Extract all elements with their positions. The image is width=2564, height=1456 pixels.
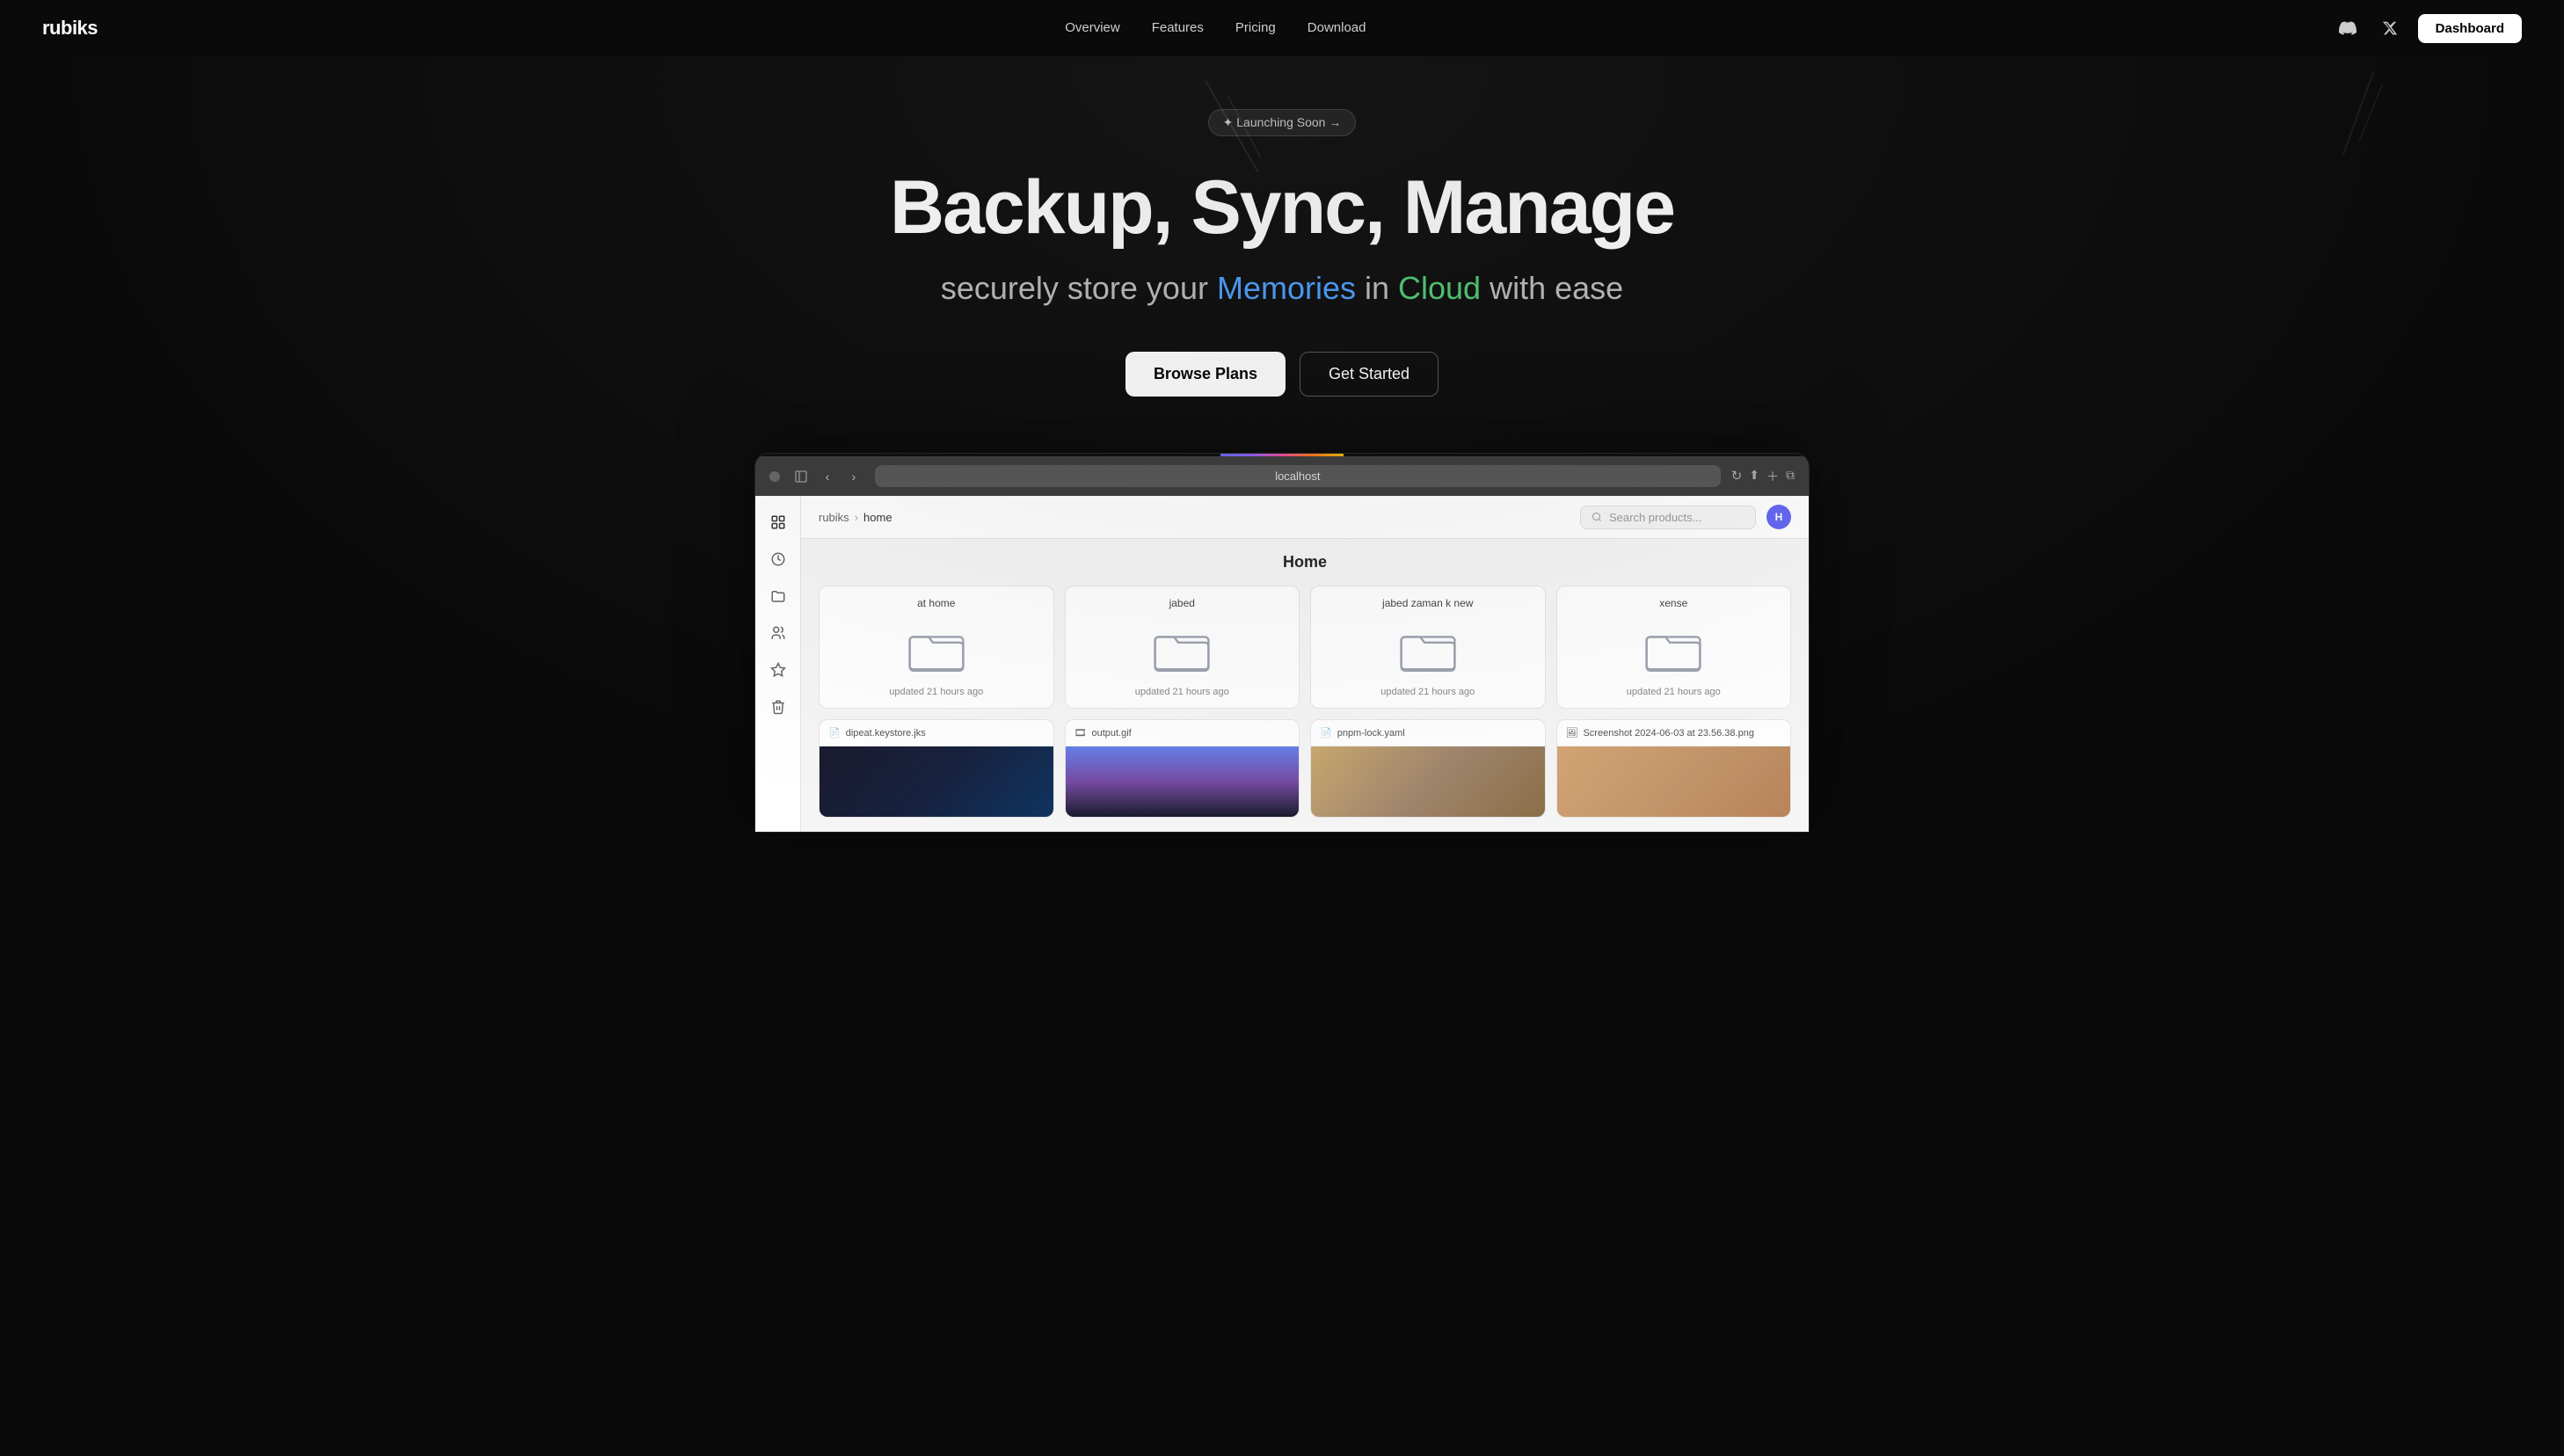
- app-main: rubiks › home Search products... H Hom: [801, 496, 1809, 832]
- file-name: pnpm-lock.yaml: [1337, 728, 1405, 739]
- folder-card[interactable]: jabed updated 21 hours ago: [1065, 586, 1300, 709]
- file-thumbnail: [1557, 746, 1791, 817]
- subtitle-prefix: securely store your: [941, 270, 1217, 306]
- logo[interactable]: rubiks: [42, 17, 98, 40]
- sidebar-icon-trash[interactable]: [762, 691, 794, 723]
- folder-name: jabed: [1076, 597, 1289, 609]
- sidebar-icon-users[interactable]: [762, 617, 794, 649]
- folder-name: xense: [1568, 597, 1781, 609]
- folder-icon: [1645, 621, 1701, 677]
- nav-overview[interactable]: Overview: [1065, 20, 1120, 35]
- nav-links: Overview Features Pricing Download: [1065, 20, 1366, 36]
- browser-controls: [769, 471, 780, 482]
- file-icon: 📄: [1320, 727, 1332, 739]
- nav-pricing[interactable]: Pricing: [1235, 20, 1276, 35]
- browser-actions: ↻ ⬆ ＋ ⧉: [1731, 468, 1795, 485]
- breadcrumb-current: home: [863, 511, 892, 524]
- dashboard-button[interactable]: Dashboard: [2418, 14, 2522, 43]
- nav-right: Dashboard: [2334, 14, 2522, 43]
- browser-mockup: ‹ › localhost ↻ ⬆ ＋ ⧉: [754, 453, 1810, 833]
- files-grid: 📄 dipeat.keystore.jks 🎞 output.gif 📄 pnp…: [819, 719, 1791, 818]
- file-icon: 🎞: [1074, 727, 1087, 739]
- file-manager: Home at home updated 21 hours ago jabed: [801, 539, 1809, 832]
- app-content: rubiks › home Search products... H Hom: [755, 496, 1809, 832]
- folder-icon: [1154, 621, 1210, 677]
- file-name: Screenshot 2024-06-03 at 23.56.38.png: [1583, 728, 1753, 739]
- browser-url-bar[interactable]: localhost: [875, 465, 1721, 487]
- sidebar-icon-home[interactable]: [762, 506, 794, 538]
- page-title: Home: [819, 553, 1791, 571]
- avatar[interactable]: H: [1766, 505, 1791, 529]
- file-card[interactable]: 📄 dipeat.keystore.jks: [819, 719, 1054, 818]
- file-header: 📄 dipeat.keystore.jks: [819, 720, 1053, 746]
- subtitle-middle: in: [1356, 270, 1398, 306]
- browser-chrome: ‹ › localhost ↻ ⬆ ＋ ⧉: [755, 456, 1809, 496]
- file-header: 🖼 Screenshot 2024-06-03 at 23.56.38.png: [1557, 720, 1791, 746]
- hero-section: ✦ Launching Soon → Backup, Sync, Manage …: [0, 56, 2564, 868]
- file-header: 📄 pnpm-lock.yaml: [1311, 720, 1545, 746]
- folder-icon: [1400, 621, 1456, 677]
- file-thumbnail: [1311, 746, 1545, 817]
- browser-dot-1: [769, 471, 780, 482]
- share-icon[interactable]: ⬆: [1749, 468, 1759, 485]
- folder-icon-wrap: [1568, 618, 1781, 680]
- browser-back-btn[interactable]: ‹: [817, 466, 838, 487]
- folder-updated: updated 21 hours ago: [1322, 687, 1534, 697]
- file-card[interactable]: 🎞 output.gif: [1065, 719, 1300, 818]
- folder-card[interactable]: at home updated 21 hours ago: [819, 586, 1054, 709]
- browse-plans-button[interactable]: Browse Plans: [1125, 352, 1286, 397]
- folder-updated: updated 21 hours ago: [1568, 687, 1781, 697]
- folder-name: jabed zaman k new: [1322, 597, 1534, 609]
- subtitle-suffix: with ease: [1481, 270, 1623, 306]
- file-icon: 📄: [828, 727, 841, 739]
- twitter-icon[interactable]: [2376, 14, 2404, 42]
- nav-download[interactable]: Download: [1307, 20, 1366, 35]
- sidebar-icon-clock[interactable]: [762, 543, 794, 575]
- nav-features[interactable]: Features: [1152, 20, 1204, 35]
- file-name: output.gif: [1091, 728, 1131, 739]
- hero-title: Backup, Sync, Manage: [18, 168, 2546, 247]
- file-card[interactable]: 🖼 Screenshot 2024-06-03 at 23.56.38.png: [1556, 719, 1792, 818]
- file-header: 🎞 output.gif: [1066, 720, 1300, 746]
- breadcrumb-root[interactable]: rubiks: [819, 511, 849, 524]
- file-thumbnail: [1066, 746, 1300, 817]
- file-thumbnail: [819, 746, 1053, 817]
- sidebar-icon-folder[interactable]: [762, 580, 794, 612]
- folder-updated: updated 21 hours ago: [1076, 687, 1289, 697]
- breadcrumb-separator: ›: [855, 511, 858, 524]
- browser-nav-buttons: ‹ ›: [790, 466, 864, 487]
- url-text: localhost: [1275, 470, 1320, 483]
- file-icon: 🖼: [1566, 727, 1578, 739]
- folder-icon-wrap: [830, 618, 1043, 680]
- get-started-button[interactable]: Get Started: [1300, 352, 1439, 397]
- window-icon[interactable]: ⧉: [1786, 468, 1795, 485]
- navbar: rubiks Overview Features Pricing Downloa…: [0, 0, 2564, 56]
- hero-subtitle: securely store your Memories in Cloud wi…: [18, 268, 2546, 309]
- app-sidebar: [755, 496, 801, 832]
- search-bar[interactable]: Search products...: [1580, 506, 1756, 529]
- breadcrumb: rubiks › home: [819, 511, 892, 524]
- subtitle-memories: Memories: [1217, 270, 1356, 306]
- folder-icon-wrap: [1076, 618, 1289, 680]
- folder-card[interactable]: jabed zaman k new updated 21 hours ago: [1310, 586, 1546, 709]
- folder-card[interactable]: xense updated 21 hours ago: [1556, 586, 1792, 709]
- discord-icon[interactable]: [2334, 14, 2362, 42]
- subtitle-cloud: Cloud: [1398, 270, 1481, 306]
- file-name: dipeat.keystore.jks: [846, 728, 926, 739]
- sidebar-icon-star[interactable]: [762, 654, 794, 686]
- launch-badge[interactable]: ✦ Launching Soon →: [1208, 109, 1357, 136]
- folder-icon-wrap: [1322, 618, 1534, 680]
- search-placeholder: Search products...: [1609, 511, 1702, 524]
- browser-sidebar-icon[interactable]: [790, 466, 812, 487]
- folder-updated: updated 21 hours ago: [830, 687, 1043, 697]
- folder-name: at home: [830, 597, 1043, 609]
- new-tab-icon[interactable]: ＋: [1766, 468, 1779, 485]
- reload-icon[interactable]: ↻: [1731, 468, 1743, 485]
- folders-grid: at home updated 21 hours ago jabed updat…: [819, 586, 1791, 709]
- file-card[interactable]: 📄 pnpm-lock.yaml: [1310, 719, 1546, 818]
- hero-buttons: Browse Plans Get Started: [18, 352, 2546, 397]
- app-header: rubiks › home Search products... H: [801, 496, 1809, 539]
- browser-forward-btn[interactable]: ›: [843, 466, 864, 487]
- folder-icon: [908, 621, 965, 677]
